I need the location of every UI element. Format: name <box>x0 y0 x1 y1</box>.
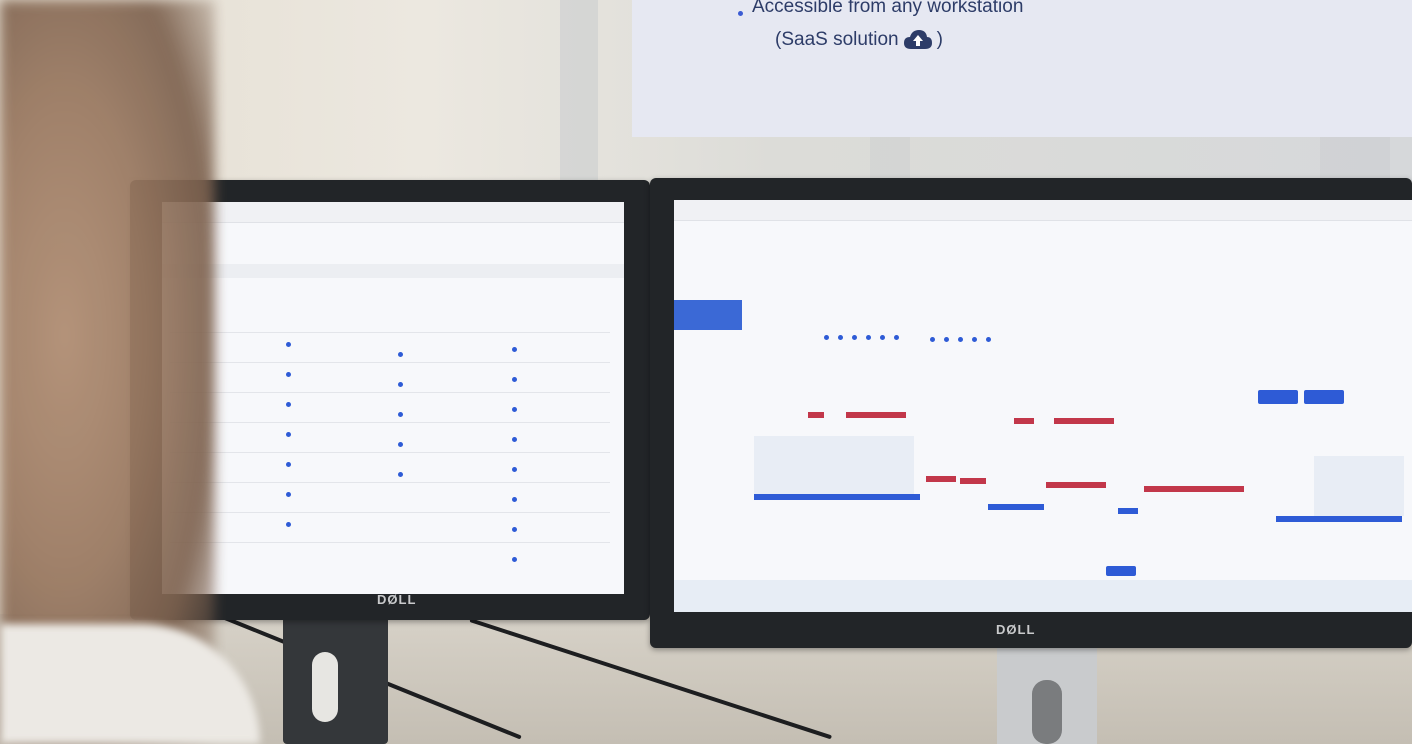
toolbar <box>162 264 624 278</box>
window-header <box>674 200 1412 221</box>
active-nav-item <box>674 300 742 330</box>
taskbar <box>674 580 1412 612</box>
brand-logo: DØLL <box>996 622 1036 637</box>
stand-cutout <box>1032 680 1062 744</box>
screen-right <box>674 200 1412 612</box>
feature-text: Accessible from any workstation <box>752 0 1024 17</box>
window-header <box>162 202 624 223</box>
tag-row <box>162 294 624 300</box>
feature-panel <box>632 0 1412 137</box>
feature-subtext: (SaaS solution ) <box>775 29 943 51</box>
saas-label: (SaaS solution <box>775 29 899 50</box>
bullet-point <box>738 11 743 16</box>
screen-left <box>162 202 624 594</box>
saas-paren: ) <box>936 29 943 50</box>
monitor-right: DØLL <box>650 178 1412 648</box>
stand-cutout <box>312 652 338 722</box>
cloud-upload-icon <box>903 29 933 51</box>
brand-logo: DØLL <box>377 592 417 607</box>
